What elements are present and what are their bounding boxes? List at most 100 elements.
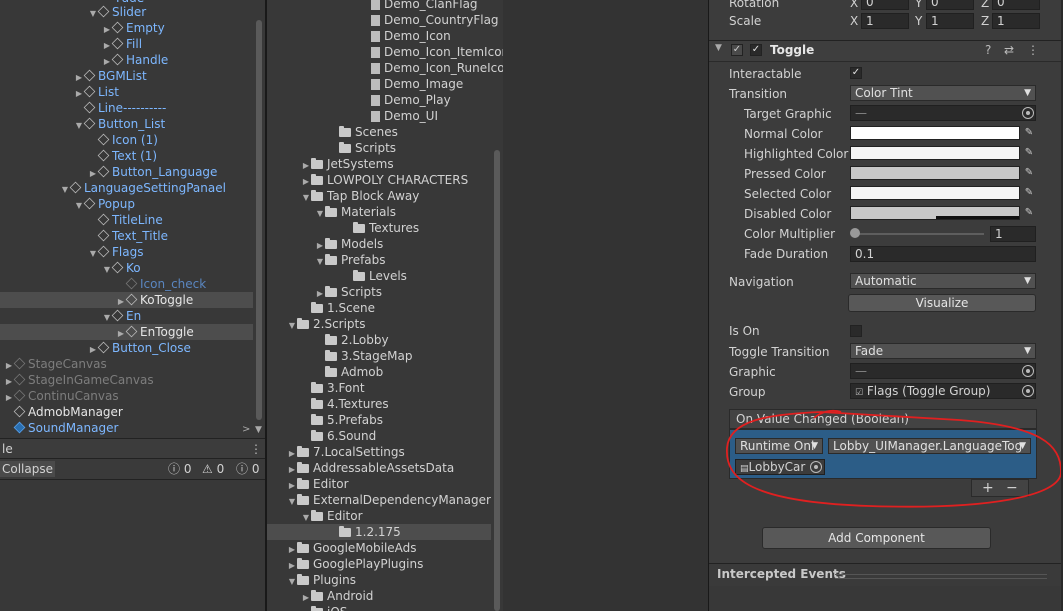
hierarchy-item[interactable]: ▶ ContinuCanvas — [4, 388, 119, 404]
project-item[interactable]: 1.Scene — [301, 300, 375, 316]
navigation-dropdown[interactable]: Automatic ▼ — [850, 273, 1036, 289]
splitter-handle[interactable] — [835, 574, 1047, 579]
project-item[interactable]: 1.2.175 — [267, 524, 491, 540]
expanded-arrow-icon[interactable]: ▼ — [102, 262, 112, 278]
visualize-button[interactable]: Visualize — [848, 294, 1036, 312]
project-item[interactable]: ▶ Scripts — [315, 284, 382, 300]
project-item[interactable]: Demo_Icon_ItemIcon — [371, 44, 503, 60]
hierarchy-item[interactable]: Text_Title — [88, 228, 168, 244]
project-item[interactable]: 3.Font — [301, 380, 365, 396]
expanded-arrow-icon[interactable]: ▼ — [315, 254, 325, 270]
fade-duration-field[interactable]: 0.1 — [850, 246, 1036, 262]
expanded-arrow-icon[interactable]: ▼ — [301, 190, 311, 206]
project-item[interactable]: 2.Lobby — [315, 332, 389, 348]
expanded-arrow-icon[interactable]: ▼ — [88, 246, 98, 262]
project-item[interactable]: ▶ Android — [301, 588, 373, 604]
hierarchy-item[interactable]: ▶ Fill — [102, 36, 142, 52]
hierarchy-item[interactable]: ▶ StageCanvas — [4, 356, 107, 372]
hierarchy-item[interactable]: ▶ EnToggle — [0, 324, 253, 340]
project-item[interactable]: ▶ JetSystems — [301, 156, 394, 172]
rotation-y-field[interactable]: 0 — [926, 0, 974, 10]
project-item[interactable]: 3.StageMap — [315, 348, 412, 364]
scroll-down-icon[interactable]: ▼ — [255, 422, 262, 438]
hierarchy-item[interactable]: ▼ LanguageSettingPanael — [60, 180, 226, 196]
add-component-button[interactable]: Add Component — [762, 527, 991, 549]
collapse-button[interactable]: Collapse — [0, 461, 55, 477]
hierarchy-item[interactable]: ▼ Button_List — [74, 116, 165, 132]
project-item[interactable]: Demo_Icon_RuneIcon — [371, 60, 503, 76]
console-tab[interactable]: le — [2, 441, 13, 457]
hierarchy-item[interactable]: AdmobManager — [4, 404, 123, 420]
project-item[interactable]: iOS — [301, 604, 347, 611]
hierarchy-item[interactable]: ▼ En — [102, 308, 141, 324]
hierarchy-item[interactable]: ▶ Empty — [102, 20, 165, 36]
hierarchy-item[interactable]: SoundManager — [4, 420, 118, 436]
project-item[interactable]: ▼ Plugins — [287, 572, 356, 588]
hierarchy-item[interactable]: ▶ Handle — [102, 52, 168, 68]
project-item[interactable]: 4.Textures — [301, 396, 389, 412]
normal-color-swatch[interactable] — [850, 126, 1020, 140]
hierarchy-item[interactable]: Text (1) — [88, 148, 157, 164]
project-item[interactable]: Demo_UI — [371, 108, 438, 124]
project-item[interactable]: Demo_Icon — [371, 28, 451, 44]
hierarchy-item[interactable]: ▶ BGMList — [74, 68, 147, 84]
project-item[interactable]: ▶ GoogleMobileAds — [287, 540, 417, 556]
scale-y-field[interactable]: 1 — [926, 13, 974, 29]
expanded-arrow-icon[interactable]: ▼ — [287, 318, 297, 334]
expanded-arrow-icon[interactable]: ▼ — [74, 118, 84, 134]
is-on-checkbox[interactable] — [850, 325, 862, 337]
eyedropper-icon[interactable]: ✎ — [1022, 206, 1036, 220]
project-item[interactable]: Levels — [343, 268, 407, 284]
eyedropper-icon[interactable]: ✎ — [1022, 166, 1036, 180]
project-item[interactable]: Admob — [315, 364, 383, 380]
toggle-transition-dropdown[interactable]: Fade ▼ — [850, 343, 1036, 359]
hierarchy-item[interactable]: ▶ StageInGameCanvas — [4, 372, 154, 388]
error-toggle[interactable]: ⓘ 0 — [236, 461, 259, 477]
eyedropper-icon[interactable]: ✎ — [1022, 126, 1036, 140]
project-item[interactable]: Demo_Image — [371, 76, 463, 92]
hierarchy-item[interactable]: Icon_check — [116, 276, 206, 292]
hierarchy-item[interactable]: ▼ Ko — [102, 260, 141, 276]
disabled-color-swatch[interactable] — [850, 206, 1020, 220]
project-item[interactable]: Demo_CountryFlag — [371, 12, 499, 28]
component-menu-icon[interactable]: ⋮ — [1027, 43, 1039, 57]
foldout-icon[interactable]: ▼ — [715, 43, 722, 53]
project-item[interactable]: Demo_Play — [371, 92, 451, 108]
color-multiplier-slider[interactable] — [854, 233, 984, 235]
hierarchy-item[interactable]: ▶ List — [74, 84, 119, 100]
slider-handle[interactable] — [850, 228, 860, 238]
hierarchy-item[interactable]: ▶ KoToggle — [0, 292, 253, 308]
project-item[interactable]: 6.Sound — [301, 428, 376, 444]
interactable-checkbox[interactable]: ✓ — [850, 67, 862, 79]
project-item[interactable]: ▼ Materials — [315, 204, 396, 220]
project-item[interactable]: ▶ Editor — [287, 476, 349, 492]
scroll-right-icon[interactable]: > — [242, 422, 250, 438]
hierarchy-item[interactable]: Line---------- — [74, 100, 166, 116]
target-graphic-field[interactable]: — — [850, 105, 1036, 121]
warning-toggle[interactable]: ⚠ 0 — [202, 461, 224, 477]
project-item[interactable]: ▼ Prefabs — [315, 252, 386, 268]
rotation-x-field[interactable]: 0 — [861, 0, 909, 10]
hierarchy-item[interactable]: ▶ Button_Close — [88, 340, 191, 356]
pressed-color-swatch[interactable] — [850, 166, 1020, 180]
highlighted-color-swatch[interactable] — [850, 146, 1020, 160]
expanded-arrow-icon[interactable]: ▼ — [315, 206, 325, 222]
project-item[interactable]: ▼ 2.Scripts — [287, 316, 366, 332]
project-item[interactable]: Scenes — [329, 124, 398, 140]
project-item[interactable]: ▶ Models — [315, 236, 383, 252]
object-picker-icon[interactable] — [1022, 107, 1034, 119]
project-item[interactable]: ▶ 7.LocalSettings — [287, 444, 405, 460]
project-item[interactable]: ▶ GooglePlayPlugins — [287, 556, 423, 572]
color-multiplier-field[interactable]: 1 — [990, 226, 1036, 242]
scale-x-field[interactable]: 1 — [861, 13, 909, 29]
graphic-field[interactable]: — — [850, 363, 1036, 379]
info-toggle[interactable]: ⓘ 0 — [168, 461, 191, 477]
rotation-z-field[interactable]: 0 — [992, 0, 1040, 10]
project-item[interactable]: 5.Prefabs — [301, 412, 383, 428]
expanded-arrow-icon[interactable]: ▼ — [88, 6, 98, 22]
project-item[interactable]: ▼ Tap Block Away — [301, 188, 419, 204]
hierarchy-item[interactable]: ▼ Slider — [88, 4, 146, 20]
project-item[interactable]: ▼ Editor — [301, 508, 363, 524]
component-enabled-checkbox[interactable]: ✓ — [750, 44, 762, 56]
expanded-arrow-icon[interactable]: ▼ — [287, 494, 297, 510]
